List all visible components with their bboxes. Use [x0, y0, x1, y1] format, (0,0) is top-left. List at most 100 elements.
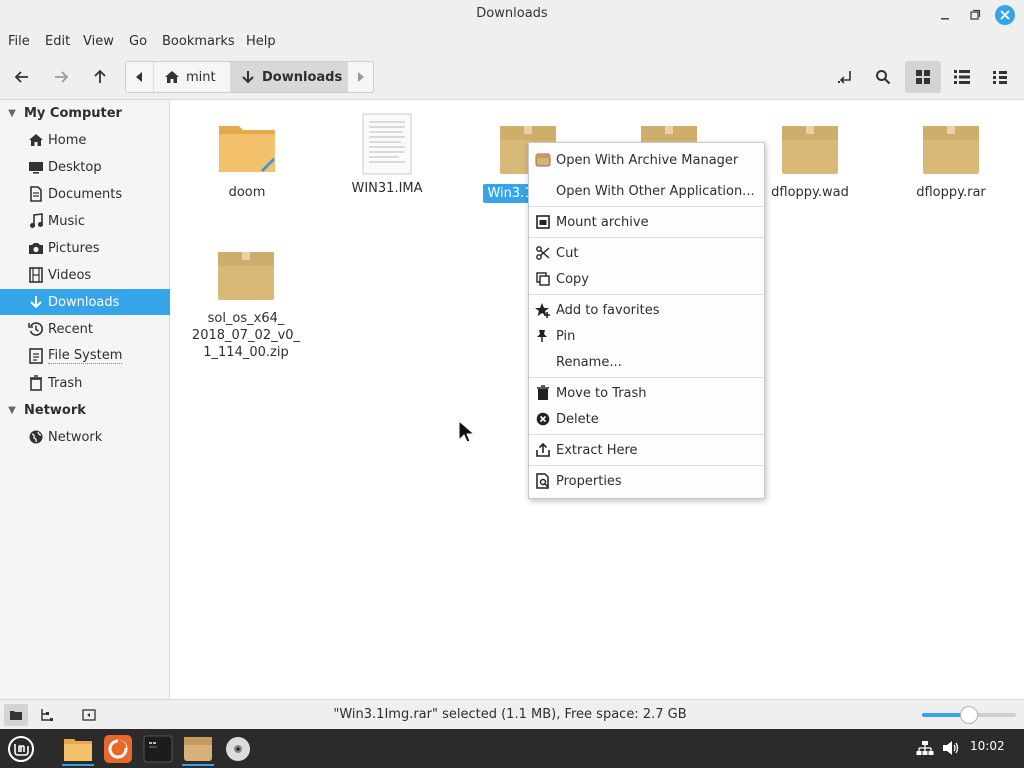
menu-item-label: Add to favorites [556, 302, 660, 318]
sidebar-item-trash[interactable]: Trash [0, 370, 170, 396]
menu-item-pin[interactable]: Pin [529, 323, 764, 349]
breadcrumb-downloads[interactable]: Downloads [230, 62, 348, 92]
sidebar-item-label: Trash [48, 375, 83, 391]
download-icon [28, 294, 44, 310]
film-icon [28, 267, 44, 283]
menu-edit[interactable]: Edit [45, 34, 70, 49]
caret-right-icon [358, 72, 364, 82]
sidebar: ▼ My Computer Home Desktop Documents Mus… [0, 100, 170, 699]
menu-item-open-other-app[interactable]: Open With Other Application... [529, 178, 764, 204]
archive-manager-icon [535, 152, 551, 168]
breadcrumb-home[interactable]: mint [153, 62, 230, 92]
sidebar-item-music[interactable]: Music [0, 208, 170, 234]
menu-item-copy[interactable]: Copy [529, 266, 764, 292]
start-menu-button[interactable] [3, 731, 39, 766]
sidebar-item-label: Network [48, 429, 103, 445]
taskbar-archive-manager[interactable] [180, 731, 216, 766]
taskbar-firefox[interactable] [100, 731, 136, 766]
minimize-button[interactable] [935, 5, 955, 25]
taskbar-disc[interactable] [220, 731, 256, 766]
sidebar-toggle-icon [82, 709, 96, 721]
sidebar-item-home[interactable]: Home [0, 127, 170, 153]
menu-separator [529, 294, 764, 295]
sidebar-section-my-computer[interactable]: ▼ My Computer [0, 101, 170, 125]
file-item-sol-os-zip[interactable]: sol_os_x64_ 2018_07_02_v0_ 1_114_00.zip [176, 242, 316, 361]
clock[interactable]: 10:02 [970, 739, 1005, 753]
sidebar-item-documents[interactable]: Documents [0, 181, 170, 207]
menu-help[interactable]: Help [246, 34, 276, 49]
toggle-location-button[interactable] [830, 62, 860, 92]
zoom-slider-handle[interactable] [960, 706, 978, 724]
menu-item-label: Cut [556, 245, 579, 261]
back-button[interactable] [7, 62, 37, 92]
drive-icon [28, 348, 44, 364]
file-item-win31-ima[interactable]: WIN31.IMA [317, 112, 457, 197]
menu-item-properties[interactable]: Properties [529, 468, 764, 494]
sidebar-item-network[interactable]: Network [0, 424, 170, 450]
compact-view-button[interactable] [982, 61, 1018, 93]
mint-logo-icon [8, 735, 34, 762]
file-item-doom[interactable]: doom [177, 116, 317, 201]
show-treeview-button[interactable] [34, 704, 58, 726]
icon-view-button[interactable] [905, 61, 941, 93]
sidebar-item-pictures[interactable]: Pictures [0, 235, 170, 261]
file-label-line: 1_114_00.zip [203, 345, 289, 360]
window-title: Downloads [476, 6, 548, 21]
status-bar: "Win3.1Img.rar" selected (1.1 MB), Free … [0, 699, 1024, 729]
volume-icon[interactable] [942, 740, 960, 756]
sidebar-item-recent[interactable]: Recent [0, 316, 170, 342]
zoom-slider[interactable] [922, 706, 1016, 724]
breadcrumb-left-button[interactable] [126, 62, 152, 92]
hide-sidebar-button[interactable] [77, 704, 101, 726]
network-icon[interactable] [916, 740, 934, 756]
menu-item-rename[interactable]: Rename... [529, 349, 764, 375]
menu-item-cut[interactable]: Cut [529, 240, 764, 266]
menu-item-move-to-trash[interactable]: Move to Trash [529, 380, 764, 406]
menu-item-delete[interactable]: Delete [529, 406, 764, 432]
taskbar-terminal[interactable] [140, 731, 176, 766]
sidebar-item-desktop[interactable]: Desktop [0, 154, 170, 180]
file-item-dfloppy-rar[interactable]: dfloppy.rar [881, 116, 1021, 201]
menu-file[interactable]: File [8, 34, 30, 49]
menu-item-extract-here[interactable]: Extract Here [529, 437, 764, 463]
up-button[interactable] [85, 62, 115, 92]
sidebar-item-label: Music [48, 213, 85, 229]
copy-icon [535, 271, 551, 287]
breadcrumb-right-button[interactable] [348, 62, 374, 92]
forward-button[interactable] [46, 62, 76, 92]
sidebar-section-network[interactable]: ▼ Network [0, 398, 170, 422]
sidebar-item-videos[interactable]: Videos [0, 262, 170, 288]
expander-down-icon: ▼ [8, 107, 16, 119]
sidebar-item-downloads[interactable]: Downloads [0, 289, 170, 315]
sidebar-item-label: Recent [48, 321, 93, 337]
sidebar-item-file-system[interactable]: File System [0, 343, 170, 369]
scissors-icon [535, 245, 551, 261]
menu-item-mount-archive[interactable]: Mount archive [529, 209, 764, 235]
list-view-button[interactable] [944, 61, 980, 93]
menu-item-label: Extract Here [556, 442, 638, 458]
menu-item-add-favorites[interactable]: Add to favorites [529, 297, 764, 323]
menu-separator [529, 465, 764, 466]
title-bar: Downloads [0, 0, 1024, 30]
taskbar-files[interactable] [60, 731, 96, 766]
menu-separator [529, 434, 764, 435]
toolbar: mint Downloads [0, 54, 1024, 100]
sidebar-item-label: Pictures [48, 240, 100, 256]
menu-item-open-archive-manager[interactable]: Open With Archive Manager [529, 147, 764, 173]
grid-view-icon [916, 70, 930, 84]
compact-view-icon [993, 71, 1007, 84]
show-places-button[interactable] [4, 704, 28, 726]
folder-icon [10, 711, 22, 720]
globe-icon [28, 429, 44, 445]
menu-go[interactable]: Go [129, 34, 147, 49]
trash-icon [28, 375, 44, 391]
sidebar-item-label: Desktop [48, 159, 102, 175]
menu-bookmarks[interactable]: Bookmarks [162, 34, 235, 49]
menu-bar: File Edit View Go Bookmarks Help [0, 30, 1024, 54]
close-button[interactable] [995, 5, 1015, 25]
mount-icon [535, 214, 551, 230]
maximize-button[interactable] [965, 5, 985, 25]
menu-item-label: Properties [556, 473, 622, 489]
menu-view[interactable]: View [83, 34, 114, 49]
search-button[interactable] [868, 62, 898, 92]
